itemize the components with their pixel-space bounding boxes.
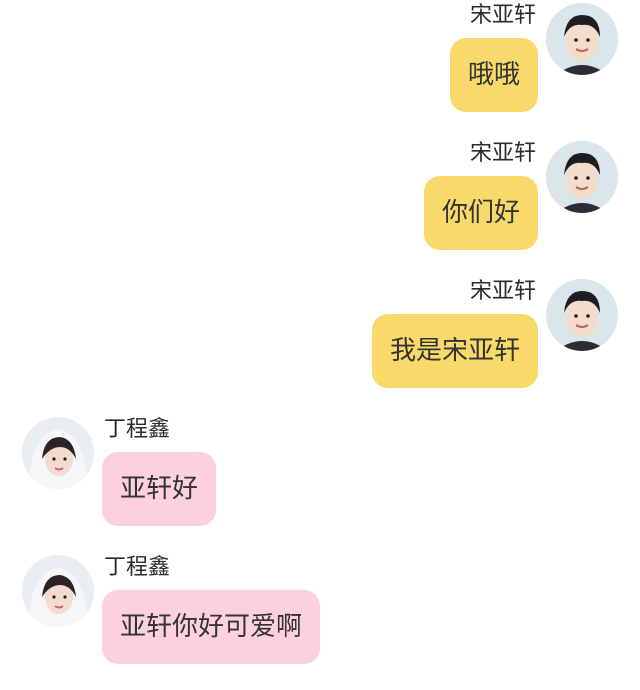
sender-name: 宋亚轩	[469, 279, 536, 304]
sender-avatar-icon[interactable]	[546, 279, 618, 351]
sender-name: 宋亚轩	[469, 3, 536, 28]
sender-avatar-icon[interactable]	[546, 141, 618, 213]
message-row: 宋亚轩 我是宋亚轩	[0, 276, 640, 414]
sender-avatar-icon[interactable]	[546, 3, 618, 75]
message-row: 丁程鑫 亚轩你好可爱啊	[0, 552, 640, 690]
sender-avatar-icon[interactable]	[22, 417, 94, 489]
sender-avatar-icon[interactable]	[22, 555, 94, 627]
sender-name: 丁程鑫	[104, 417, 171, 442]
message-bubble[interactable]: 我是宋亚轩	[371, 314, 538, 388]
message-bubble[interactable]: 哦哦	[449, 38, 538, 112]
message-bubble[interactable]: 你们好	[423, 176, 538, 250]
message-row: 宋亚轩 你们好	[0, 138, 640, 276]
sender-name: 宋亚轩	[469, 141, 536, 166]
chat-thread: 宋亚轩 哦哦 宋亚轩 你们好 宋亚轩 我是宋亚轩 丁程鑫 亚轩好 丁程鑫 亚轩你…	[0, 0, 640, 686]
message-row: 丁程鑫 亚轩好	[0, 414, 640, 552]
message-bubble[interactable]: 亚轩好	[102, 452, 217, 526]
message-row: 宋亚轩 哦哦	[0, 0, 640, 138]
sender-name: 丁程鑫	[104, 555, 171, 580]
message-bubble[interactable]: 亚轩你好可爱啊	[102, 590, 321, 664]
